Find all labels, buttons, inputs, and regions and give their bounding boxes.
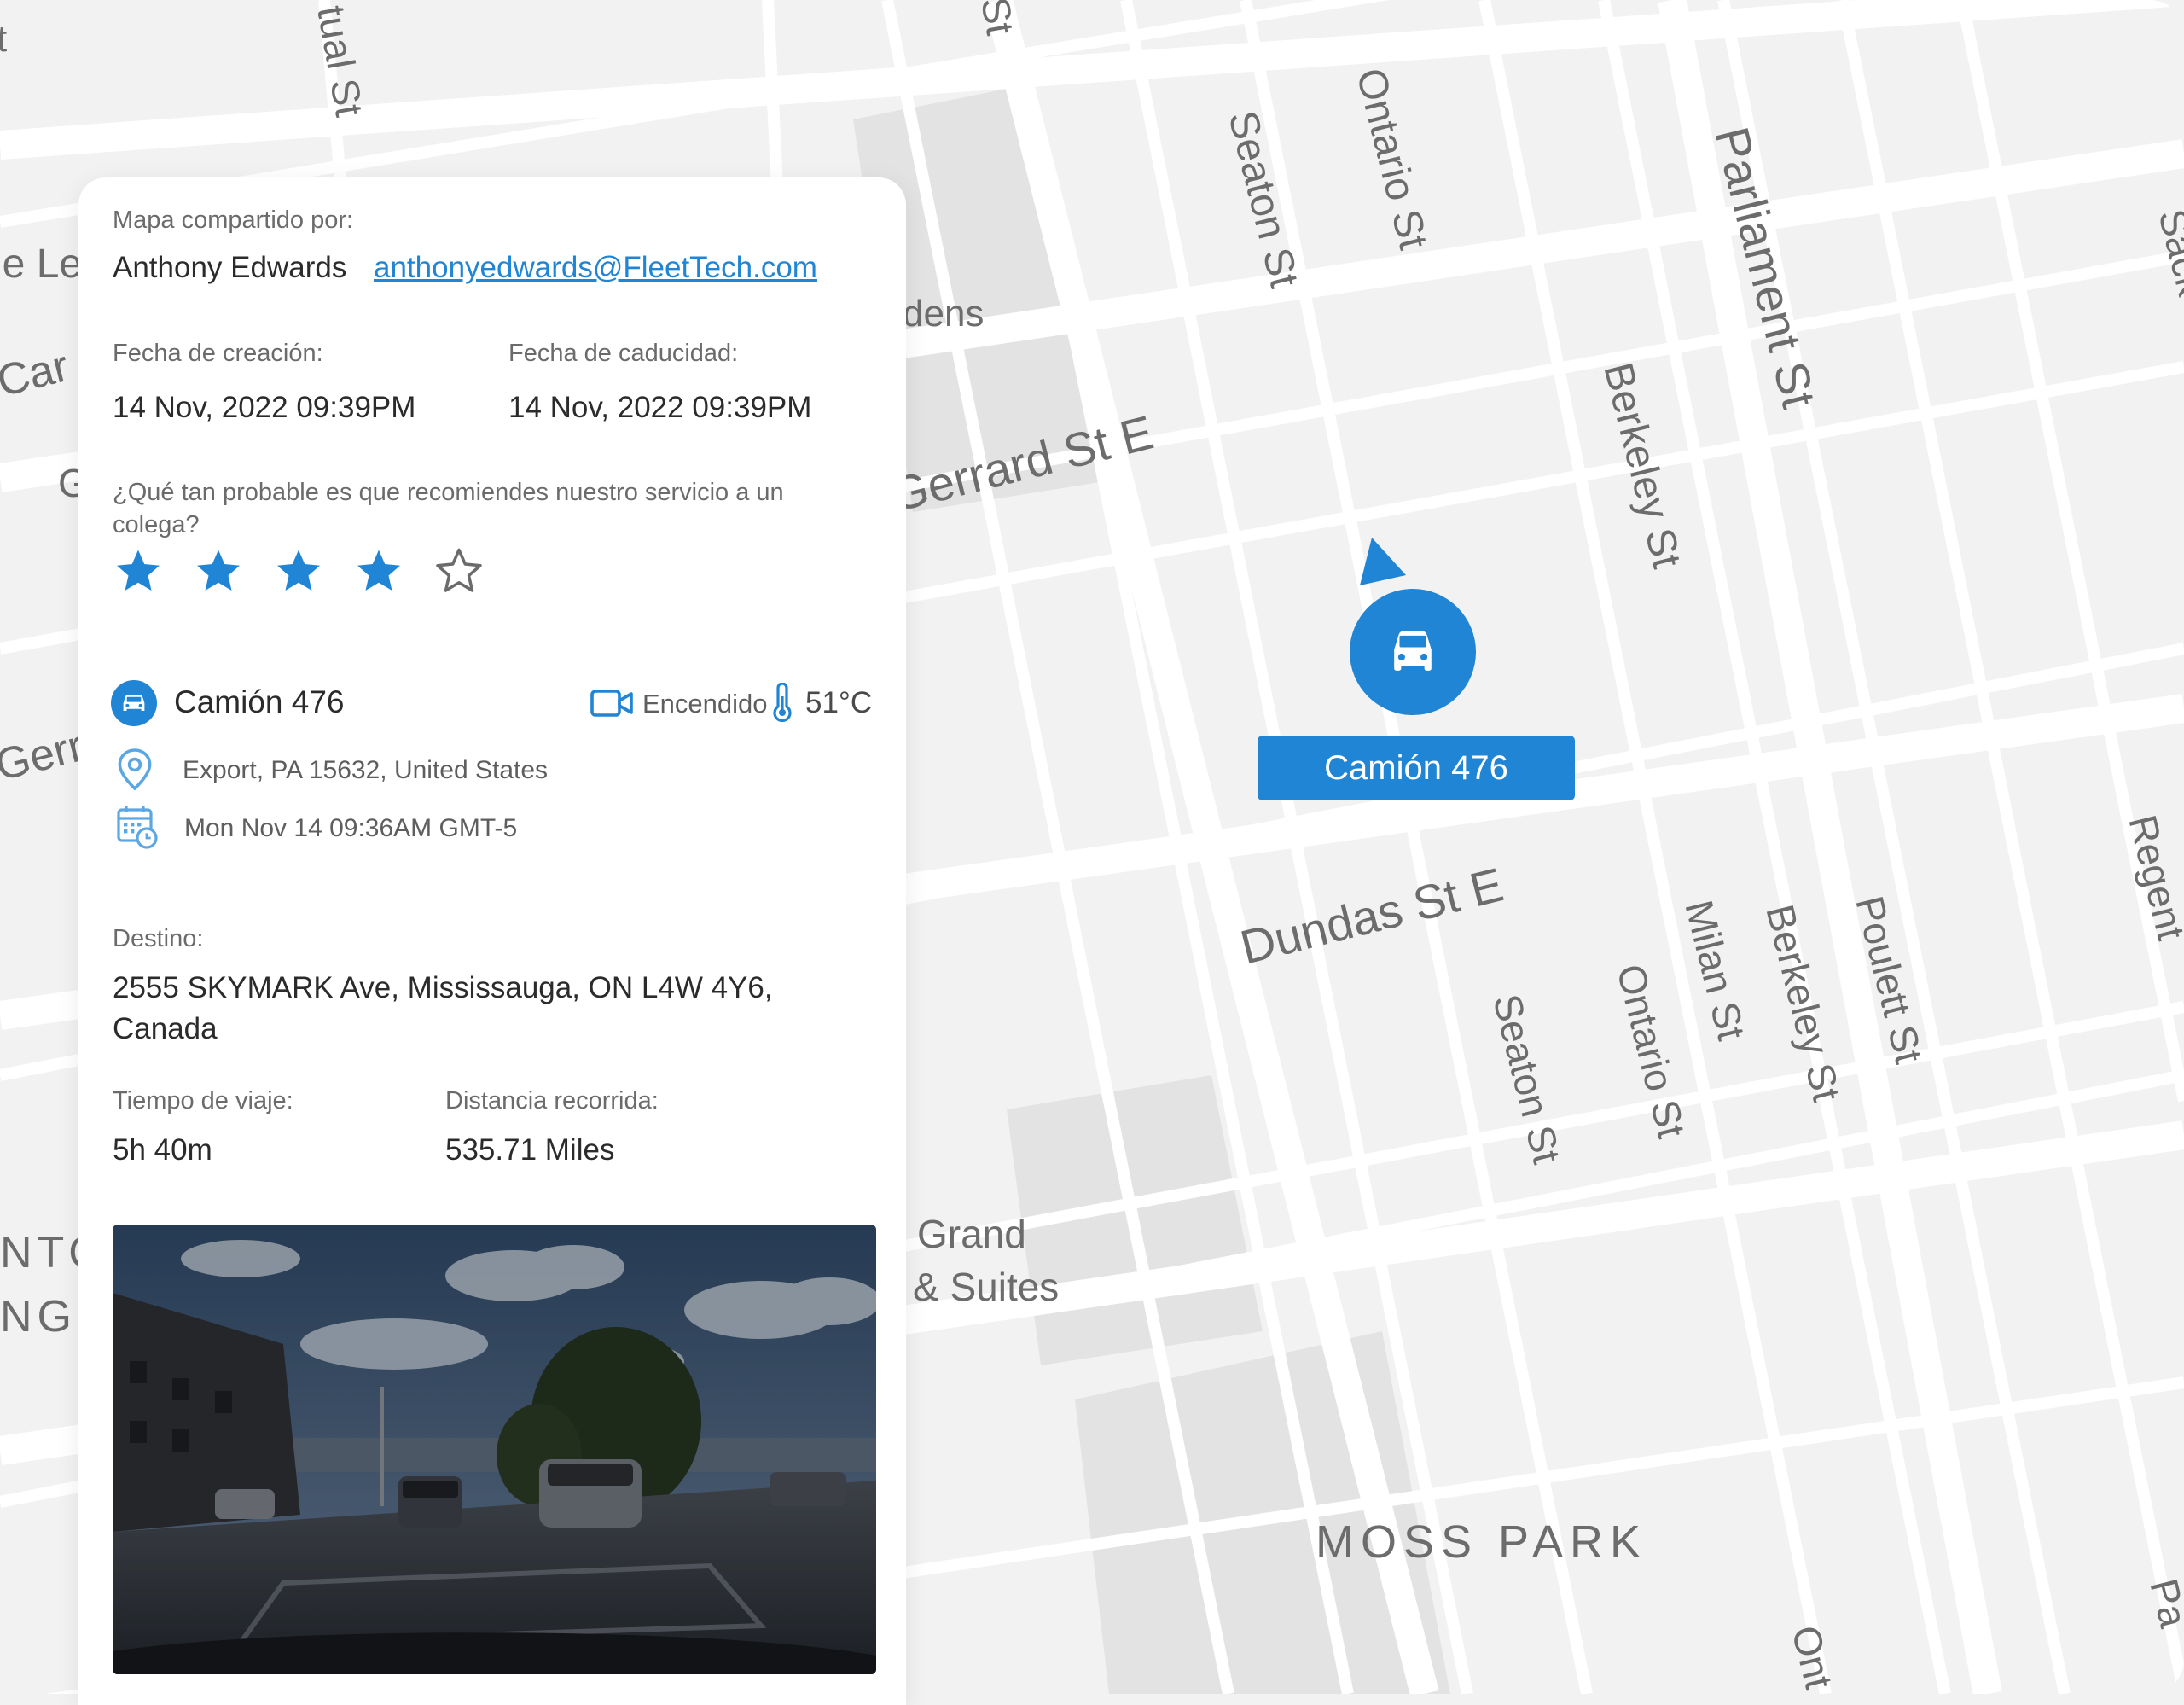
dashcam-photo[interactable] [113,1225,876,1674]
travel-time-value: 5h 40m [113,1133,212,1167]
destination-line1: 2555 SKYMARK Ave, Mississauga, ON L4W 4Y… [113,971,773,1004]
vehicle-name: Camión 476 [174,684,345,719]
rating-question: ¿Qué tan probable es que recomiendes nue… [113,479,784,538]
star-filled-icon[interactable] [193,546,244,597]
car-icon [1394,631,1432,671]
expiry-date-label: Fecha de caducidad: [508,340,739,367]
thermometer-icon [773,683,792,722]
vehicle-location: Export, PA 15632, United States [183,756,549,784]
car-icon [111,680,157,726]
star-empty-icon[interactable] [433,546,485,597]
map-label-ng-left: NG [0,1292,77,1341]
created-date-label: Fecha de creación: [113,340,323,367]
distance-label: Distancia recorrida: [445,1087,659,1114]
map-label-le-left: le Le [0,241,82,287]
destination-label: Destino: [113,925,204,952]
shared-map-info-panel: Mapa compartido por: Anthony Edwards ant… [78,177,906,1705]
temperature-value: 51°C [805,686,873,719]
video-camera-icon [590,690,633,717]
map-label-gardens: dens [903,293,984,335]
camera-status: Encendido [642,689,768,719]
map-label-t-left: t [0,18,7,60]
star-filled-icon[interactable] [113,546,164,597]
star-filled-icon[interactable] [353,546,404,597]
location-pin-icon [118,748,152,791]
map-label-moss-park: MOSS PARK [1316,1516,1647,1568]
map-label-hotel-line2: & Suites [913,1265,1059,1309]
map-label-hotel-line1: Grand [917,1212,1026,1256]
star-filled-icon[interactable] [273,546,324,597]
destination-line2: Canada [113,1012,218,1045]
distance-value: 535.71 Miles [445,1133,615,1167]
shared-by-email-link[interactable]: anthonyedwards@FleetTech.com [374,251,817,285]
vehicle-marker[interactable] [1350,589,1476,715]
shared-by-user-name: Anthony Edwards [113,251,347,284]
vehicle-marker-label[interactable]: Camión 476 [1258,736,1575,800]
travel-time-label: Tiempo de viaje: [113,1087,293,1114]
navigation-arrow-icon [1360,538,1406,585]
shared-by-label: Mapa compartido por: [113,207,354,234]
expiry-date-value: 14 Nov, 2022 09:39PM [508,391,812,424]
vehicle-timestamp: Mon Nov 14 09:36AM GMT-5 [184,814,518,842]
created-date-value: 14 Nov, 2022 09:39PM [113,391,416,424]
dashcam-scene-image [113,1225,876,1674]
calendar-clock-icon [117,806,158,849]
rating-stars[interactable] [113,546,485,597]
